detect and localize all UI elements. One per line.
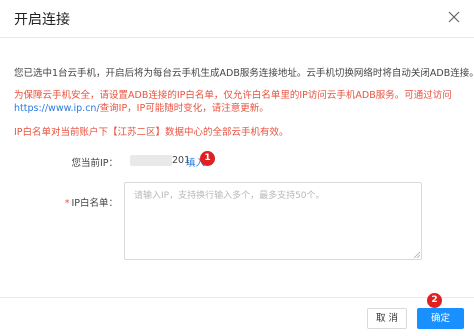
annotation-badge-2: 2	[427, 293, 442, 308]
ip-lookup-link[interactable]: https://www.ip.cn/	[14, 103, 100, 114]
warning-line-2-text: 查询IP，IP可能随时变化，请注意更新。	[99, 103, 269, 114]
whitelist-scope-notice: IP白名单对当前账户下【江苏二区】数据中心的全部云手机有效。	[14, 127, 289, 138]
close-icon[interactable]	[446, 9, 462, 25]
current-ip-label: 您当前IP：	[71, 158, 118, 169]
ip-whitelist-input[interactable]	[124, 182, 422, 260]
current-ip-row: 您当前IP： 201 填入	[0, 153, 474, 169]
info-text: 您已选中1台云手机，开启后将为每台云手机生成ADB服务连接地址。云手机切换网络时…	[14, 68, 474, 79]
whitelist-label: IP白名单：	[71, 198, 118, 209]
annotation-badge-1: 1	[200, 151, 215, 166]
security-warning: 为保障云手机安全，请设置ADB连接的IP白名单，仅允许白名单里的IP访问云手机A…	[14, 89, 469, 115]
required-mark: *	[64, 198, 70, 209]
ip-redaction-mask	[130, 155, 172, 166]
open-connection-dialog: 开启连接 您已选中1台云手机，开启后将为每台云手机生成ADB服务连接地址。云手机…	[0, 0, 474, 336]
warning-line-1: 为保障云手机安全，请设置ADB连接的IP白名单，仅允许白名单里的IP访问云手机A…	[14, 90, 452, 101]
dialog-title: 开启连接	[14, 12, 70, 28]
warning-line-2: https://www.ip.cn/查询IP，IP可能随时变化，请注意更新。	[14, 102, 469, 115]
confirm-button[interactable]: 确定	[417, 308, 464, 329]
whitelist-label-wrap: * IP白名单：	[65, 195, 118, 209]
cancel-button[interactable]: 取 消	[367, 308, 407, 329]
dialog-header: 开启连接	[0, 0, 474, 38]
